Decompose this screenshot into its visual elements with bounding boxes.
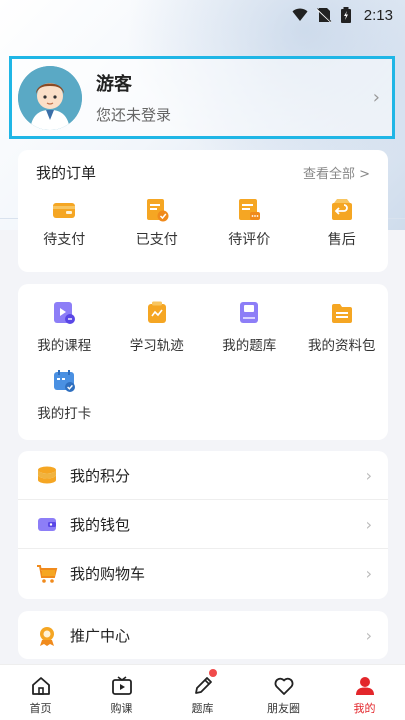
promotion-card: 推广中心 › xyxy=(18,611,388,659)
tab-mine[interactable]: 我的 xyxy=(324,665,405,720)
user-icon xyxy=(355,677,374,695)
heart-icon xyxy=(274,677,293,695)
view-all-orders-link[interactable]: 查看全部 > xyxy=(303,163,370,182)
profile-name: 游客 xyxy=(96,74,132,95)
promotion-icon xyxy=(40,626,54,646)
question-bank-icon xyxy=(240,302,259,323)
wallet-icon xyxy=(53,203,76,218)
profile-card[interactable]: 游客 您还未登录 › xyxy=(9,56,395,139)
tab-buy-course[interactable]: 购课 xyxy=(81,665,162,720)
orders-title: 我的订单 xyxy=(36,164,97,182)
tool-question-bank[interactable]: 我的题库 xyxy=(203,300,296,354)
cart-icon xyxy=(37,564,58,583)
tool-label: 我的课程 xyxy=(37,338,92,354)
order-label: 待评价 xyxy=(228,232,271,248)
order-label: 已支付 xyxy=(135,232,178,248)
review-icon xyxy=(239,199,261,220)
after-sales-icon xyxy=(331,199,352,220)
notification-dot xyxy=(209,669,217,677)
tab-label: 朋友圈 xyxy=(267,702,300,715)
tool-label: 我的打卡 xyxy=(37,406,92,422)
menu-item-promotion-center[interactable]: 推广中心 › xyxy=(18,611,388,660)
course-icon xyxy=(54,302,76,324)
tab-label: 购课 xyxy=(110,702,133,715)
tab-label: 题库 xyxy=(191,702,214,715)
menu-item-label: 推广中心 xyxy=(70,627,131,645)
tab-home[interactable]: 首页 xyxy=(0,665,81,720)
chevron-right-icon: › xyxy=(365,465,372,485)
tool-checkin[interactable]: 我的打卡 xyxy=(18,368,111,422)
tool-label: 学习轨迹 xyxy=(129,338,184,354)
points-icon xyxy=(38,466,56,484)
pencil-icon xyxy=(194,677,212,694)
tools-card: 我的课程 学习轨迹 我的题库 我的资料包 我的打卡 xyxy=(18,284,388,440)
chevron-right-icon: › xyxy=(372,87,380,108)
menu-item-points[interactable]: 我的积分 › xyxy=(18,451,388,500)
order-label: 售后 xyxy=(327,232,356,248)
order-paid[interactable]: 已支付 xyxy=(111,197,204,249)
no-sim-icon xyxy=(316,7,332,23)
chevron-right-icon: › xyxy=(365,626,372,645)
chevron-right-icon: › xyxy=(365,564,372,583)
menu-item-label: 我的购物车 xyxy=(70,565,146,583)
avatar xyxy=(18,65,82,130)
status-bar: 2:13 xyxy=(0,0,405,30)
tool-materials[interactable]: 我的资料包 xyxy=(296,300,389,354)
battery-icon xyxy=(340,7,356,23)
account-menu-card: 我的积分 › 我的钱包 › 我的购物车 › xyxy=(18,451,388,599)
materials-icon xyxy=(331,304,352,323)
profile-login-hint: 您还未登录 xyxy=(96,106,172,124)
bottom-tab-bar: 首页 购课 题库 朋友圈 我的 xyxy=(0,664,405,720)
wallet-menu-icon xyxy=(38,518,56,531)
buy-course-icon xyxy=(111,676,132,695)
orders-card: 我的订单 查看全部 > 待支付 已支付 待评价 售后 xyxy=(18,150,388,272)
tab-moments[interactable]: 朋友圈 xyxy=(243,665,324,720)
order-pending-review[interactable]: 待评价 xyxy=(203,197,296,249)
order-pending-payment[interactable]: 待支付 xyxy=(18,197,111,249)
status-time: 2:13 xyxy=(363,6,393,24)
paid-order-icon xyxy=(146,199,169,222)
learning-track-icon xyxy=(147,301,166,323)
home-icon xyxy=(31,677,50,695)
menu-item-cart[interactable]: 我的购物车 › xyxy=(18,549,388,598)
wifi-icon xyxy=(292,7,308,23)
menu-item-label: 我的钱包 xyxy=(70,515,131,534)
tool-label: 我的资料包 xyxy=(308,338,376,354)
menu-item-wallet[interactable]: 我的钱包 › xyxy=(18,500,388,549)
tab-label: 我的 xyxy=(353,702,376,715)
tool-label: 我的题库 xyxy=(222,338,277,354)
order-after-sales[interactable]: 售后 xyxy=(296,197,389,249)
tab-label: 首页 xyxy=(29,702,52,715)
checkin-icon xyxy=(54,370,76,392)
tab-question-bank[interactable]: 题库 xyxy=(162,665,243,720)
chevron-right-icon: › xyxy=(365,514,372,534)
menu-item-label: 我的积分 xyxy=(70,466,131,485)
order-label: 待支付 xyxy=(43,232,86,248)
tool-my-courses[interactable]: 我的课程 xyxy=(18,300,111,354)
tool-learning-track[interactable]: 学习轨迹 xyxy=(111,300,204,354)
